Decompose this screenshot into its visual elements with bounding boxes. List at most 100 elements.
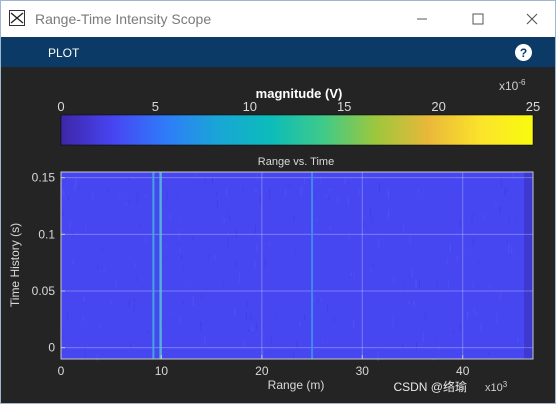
- heatmap-noise: [446, 258, 448, 265]
- heatmap-noise: [63, 189, 65, 197]
- heatmap-noise: [216, 200, 218, 209]
- heatmap-noise: [178, 230, 180, 240]
- heatmap-noise: [300, 186, 301, 196]
- heatmap-noise: [508, 216, 510, 225]
- heatmap-noise: [107, 188, 109, 193]
- heatmap-noise: [508, 243, 510, 254]
- heatmap-noise: [473, 307, 475, 316]
- heatmap-noise: [100, 326, 102, 329]
- x-axis-exponent: x103: [485, 380, 508, 394]
- heatmap-noise: [177, 241, 179, 246]
- heatmap-noise: [182, 301, 184, 304]
- heatmap-noise: [436, 279, 438, 286]
- heatmap-noise: [85, 224, 87, 231]
- heatmap-noise: [179, 247, 181, 254]
- heatmap-noise: [320, 297, 322, 302]
- colorbar-tick-label: 5: [152, 99, 159, 114]
- close-button[interactable]: [509, 1, 555, 37]
- heatmap-noise: [75, 177, 77, 188]
- heatmap-noise: [115, 280, 117, 288]
- heatmap-noise: [409, 235, 411, 245]
- heatmap-noise: [169, 214, 171, 220]
- heatmap-noise: [514, 254, 516, 259]
- heatmap-noise: [402, 282, 404, 292]
- heatmap-noise: [417, 191, 419, 194]
- heatmap-noise: [333, 316, 335, 324]
- colorbar-tick-label: 15: [337, 99, 351, 114]
- chart-title: Range vs. Time: [258, 156, 334, 168]
- heatmap-noise: [144, 195, 146, 198]
- heatmap-noise: [499, 295, 501, 298]
- heatmap-noise: [74, 183, 75, 192]
- heatmap-noise: [136, 197, 138, 206]
- x-axis-label: Range (m): [268, 378, 325, 392]
- heatmap-noise: [133, 304, 135, 312]
- heatmap-noise: [67, 311, 68, 321]
- heatmap-noise: [192, 296, 194, 306]
- heatmap-noise: [468, 254, 470, 258]
- heatmap-noise: [255, 299, 257, 307]
- colorbar: [60, 114, 534, 146]
- heatmap-noise: [327, 304, 329, 312]
- heatmap-noise: [313, 298, 315, 302]
- heatmap-noise: [72, 232, 74, 238]
- tab-plot[interactable]: PLOT: [48, 46, 79, 60]
- heatmap-noise: [358, 189, 360, 195]
- colorbar-label: magnitude (V): [256, 86, 343, 101]
- range-stripe: [311, 172, 314, 359]
- heatmap-noise: [459, 219, 461, 226]
- minimize-button[interactable]: [399, 1, 445, 37]
- heatmap-noise: [422, 332, 424, 343]
- heatmap-noise: [270, 350, 272, 355]
- heatmap-noise: [301, 356, 303, 359]
- heatmap-noise: [303, 178, 305, 184]
- heatmap-noise: [304, 314, 306, 320]
- heatmap-noise: [67, 196, 69, 201]
- heatmap-noise: [415, 278, 417, 288]
- heatmap-noise: [195, 172, 196, 178]
- heatmap-noise: [72, 259, 74, 265]
- heatmap-noise: [172, 310, 174, 314]
- scope-window: Range-Time Intensity Scope PLOT ? magnit…: [0, 0, 556, 404]
- help-icon: ?: [519, 45, 528, 60]
- heatmap-noise: [245, 312, 247, 321]
- heatmap-noise: [408, 301, 410, 305]
- maximize-button[interactable]: [455, 1, 501, 37]
- heatmap-noise: [301, 186, 303, 194]
- heatmap-noise: [192, 236, 194, 241]
- heatmap-noise: [264, 258, 266, 267]
- heatmap-noise: [269, 188, 271, 199]
- heatmap-noise: [188, 282, 190, 285]
- plot-canvas: magnitude (V) x10-6 0 5 10 15 20 25 Range vs.…: [1, 67, 555, 403]
- heatmap-noise: [181, 255, 183, 259]
- heatmap-noise: [328, 286, 329, 290]
- heatmap-noise: [353, 273, 355, 280]
- heatmap-noise: [137, 189, 139, 197]
- heatmap-noise: [284, 189, 286, 196]
- heatmap-noise: [488, 352, 490, 355]
- heatmap-noise: [499, 206, 501, 215]
- heatmap-noise: [411, 270, 413, 277]
- heatmap-noise: [476, 187, 478, 190]
- heatmap-noise: [221, 302, 223, 305]
- heatmap-noise: [459, 323, 461, 332]
- heatmap-noise: [392, 319, 394, 329]
- heatmap-noise: [207, 252, 209, 262]
- heatmap-noise: [62, 210, 64, 218]
- heatmap-noise: [64, 175, 66, 179]
- heatmap-noise: [176, 194, 178, 200]
- maximize-icon: [472, 13, 484, 25]
- heatmap-noise: [404, 331, 406, 334]
- heatmap-noise: [239, 273, 240, 283]
- watermark: CSDN @络瑜: [393, 379, 467, 394]
- heatmap-noise: [329, 187, 331, 192]
- heatmap-noise: [328, 195, 330, 201]
- help-button[interactable]: ?: [515, 44, 532, 61]
- heatmap-noise: [135, 276, 137, 283]
- heatmap-noise: [325, 193, 327, 198]
- heatmap-noise: [379, 183, 381, 193]
- heatmap-noise: [448, 279, 449, 289]
- heatmap-noise: [495, 203, 497, 207]
- x-tick-label: 0: [58, 364, 65, 378]
- heatmap-noise: [226, 186, 228, 197]
